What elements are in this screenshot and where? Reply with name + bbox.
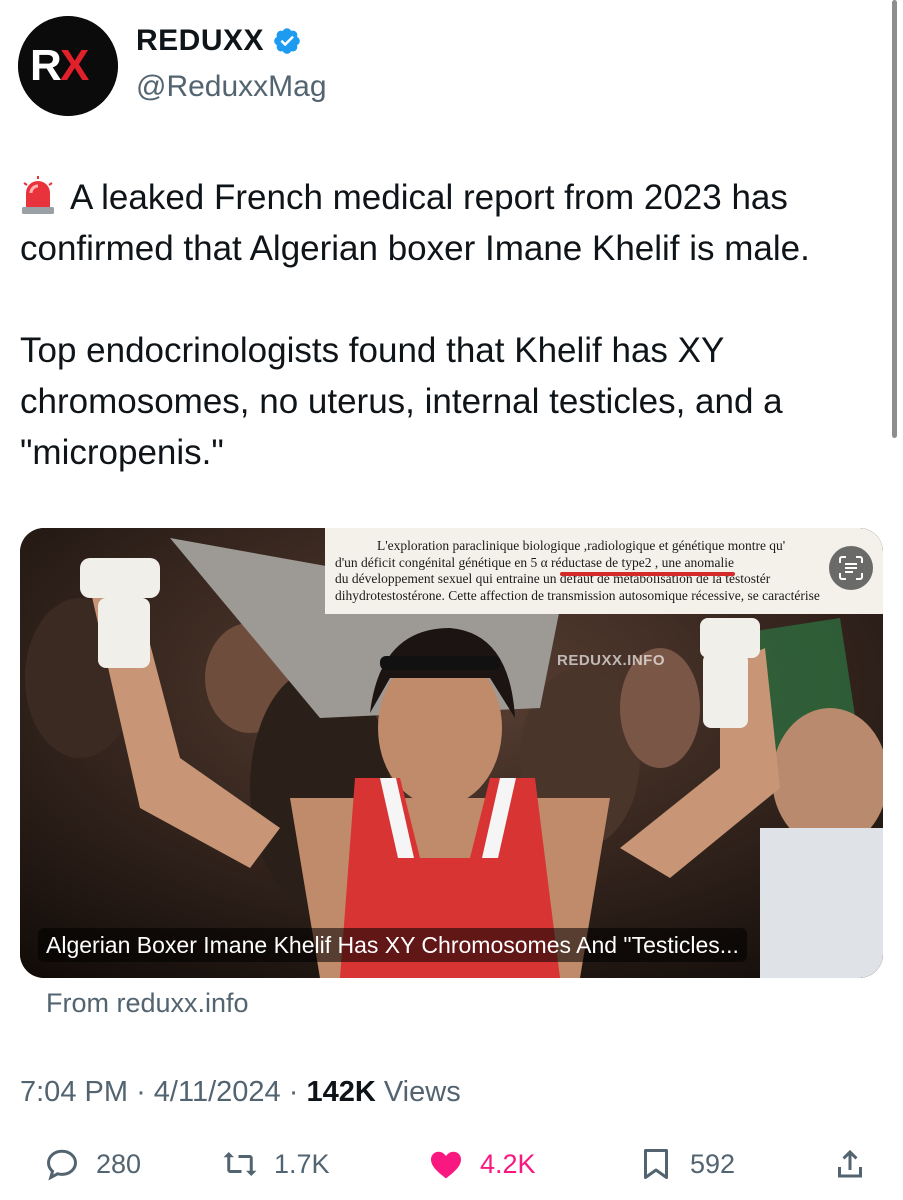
bookmark-button[interactable]: 592: [638, 1146, 735, 1182]
tweet-date[interactable]: 4/11/2024: [154, 1076, 281, 1108]
display-name[interactable]: REDUXX: [136, 24, 264, 58]
reply-button[interactable]: 280: [44, 1146, 141, 1182]
meta-separator: ·: [136, 1076, 146, 1108]
image-watermark: REDUXX.INFO: [557, 652, 666, 669]
bookmark-count: 592: [690, 1148, 736, 1179]
like-count: 4.2K: [480, 1148, 536, 1179]
views-label: Views: [383, 1076, 461, 1108]
tweet-text-content: A leaked French medical report from 2023…: [20, 178, 810, 472]
meta-separator: ·: [288, 1076, 299, 1108]
text-scan-icon: [839, 556, 863, 580]
author-handle[interactable]: @ReduxxMag: [136, 70, 327, 104]
highlight-underline: [560, 572, 735, 576]
page-scrollbar[interactable]: [892, 0, 897, 438]
verified-badge-icon: [274, 28, 300, 54]
svg-text:R: R: [30, 41, 62, 90]
document-excerpt: L'exploration paraclinique biologique ,r…: [325, 528, 883, 614]
share-icon: [838, 1149, 862, 1178]
views-count: 142K: [306, 1076, 376, 1108]
tweet-text: A leaked French medical report from 2023…: [20, 172, 890, 478]
document-line: d'un déficit congénital génétique en 5 α…: [335, 554, 734, 570]
document-line: L'exploration paraclinique biologique ,r…: [377, 538, 786, 553]
document-line: dihydrotestostérone. Cette affection de …: [335, 587, 820, 603]
card-title[interactable]: Algerian Boxer Imane Khelif Has XY Chrom…: [38, 928, 747, 962]
bookmark-icon: [644, 1149, 668, 1179]
repost-button[interactable]: 1.7K: [222, 1146, 330, 1182]
reduxx-logo: R X: [18, 16, 118, 116]
link-card[interactable]: L'exploration paraclinique biologique ,r…: [20, 528, 883, 978]
text-scan-button[interactable]: [829, 546, 873, 590]
like-button[interactable]: 4.2K: [428, 1146, 536, 1182]
action-bar: 280 1.7K 4.2K 592: [0, 1138, 903, 1198]
card-source-link[interactable]: From reduxx.info: [46, 988, 249, 1019]
heart-filled-icon: [431, 1151, 461, 1179]
tweet-meta: 7:04 PM · 4/11/2024 · 142K Views: [20, 1076, 461, 1109]
svg-text:X: X: [60, 41, 89, 90]
reply-icon: [46, 1149, 78, 1181]
share-button[interactable]: [832, 1146, 868, 1182]
tweet-time[interactable]: 7:04 PM: [20, 1076, 128, 1108]
repost-count: 1.7K: [274, 1148, 330, 1179]
reply-count: 280: [96, 1148, 142, 1179]
police-light-icon: [20, 175, 56, 215]
author-name-row[interactable]: REDUXX: [136, 24, 302, 58]
repost-icon: [223, 1152, 257, 1176]
avatar[interactable]: R X: [18, 16, 118, 116]
